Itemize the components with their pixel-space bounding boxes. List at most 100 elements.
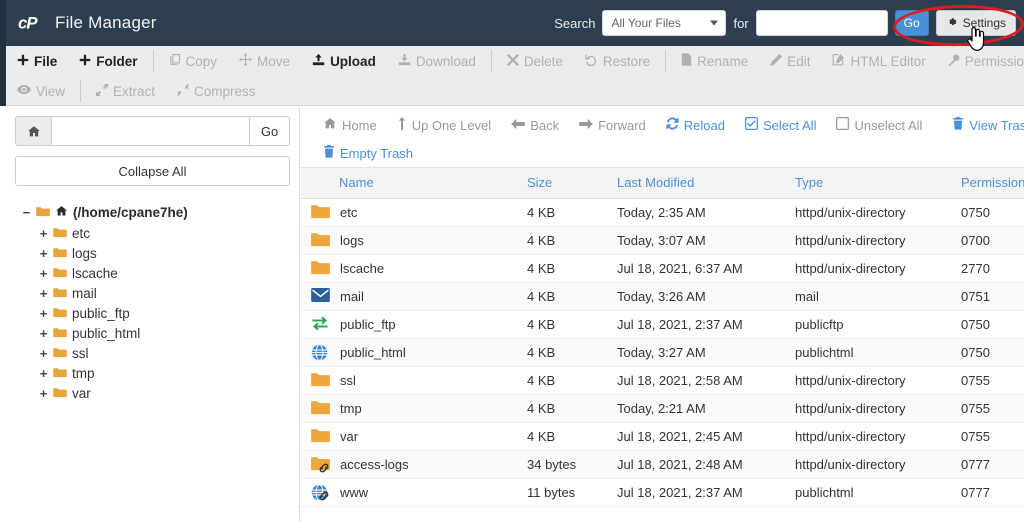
tree-toggle-icon[interactable]: + [39,326,48,341]
cell-name[interactable]: www [301,478,519,507]
tree-toggle-icon[interactable]: + [39,226,48,241]
path-input[interactable] [51,116,250,146]
table-row[interactable]: www 11 bytes Jul 18, 2021, 2:37 AM publicht… [301,478,1024,507]
cell-name[interactable]: logs [301,226,519,255]
collapse-all-button[interactable]: Collapse All [15,156,290,186]
tree-node-lscache[interactable]: + lscache [6,263,299,283]
cell-name[interactable]: lscache [301,254,519,283]
cell-last-modified: Today, 3:26 AM [609,282,787,311]
search-scope-select[interactable]: All Your Files [602,10,727,36]
file-name-label: www [340,484,369,500]
nav-button-reload[interactable]: Reload [656,112,735,138]
nav-button-label: Empty Trash [340,145,413,161]
settings-label: Settings [962,16,1006,30]
cell-permissions: 0755 [953,422,1024,451]
cell-name[interactable]: public_html [301,338,519,367]
cell-name[interactable]: tmp [301,394,519,423]
tree-toggle-icon[interactable]: − [22,205,31,220]
tree-node-ssl[interactable]: + ssl [6,343,299,363]
cell-permissions: 2770 [953,254,1024,283]
nav-button-label: Forward [598,117,646,133]
tree-node-mail[interactable]: + mail [6,283,299,303]
tree-toggle-icon[interactable]: + [39,286,48,301]
cell-name[interactable]: var [301,422,519,451]
column-header-type[interactable]: Type [787,168,953,199]
toolbar-button-move: Move [228,46,301,76]
tree-toggle-icon[interactable]: + [39,386,48,401]
search-go-button[interactable]: Go [894,10,929,36]
toolbar-button-edit: Edit [759,46,821,76]
tree-home-icon [55,205,68,220]
table-row[interactable]: tmp 4 KB Today, 2:21 AM httpd/unix-director… [301,394,1024,423]
tree-toggle-icon[interactable]: + [39,346,48,361]
table-row[interactable]: public_html 4 KB Today, 3:27 AM publichtml 0… [301,338,1024,367]
toolbar-button-file[interactable]: File [6,46,68,76]
settings-button[interactable]: Settings [935,10,1016,36]
search-for-label: for [733,15,749,31]
table-row[interactable]: logs 4 KB Today, 3:07 AM httpd/unix-directo… [301,226,1024,255]
toolbar-button-folder[interactable]: Folder [68,46,148,76]
table-row[interactable]: var 4 KB Jul 18, 2021, 2:45 AM httpd/unix-d… [301,422,1024,451]
tree-node-var[interactable]: + var [6,383,299,403]
tree-node-public_html[interactable]: + public_html [6,323,299,343]
plus-icon [79,54,91,69]
table-row[interactable]: ssl 4 KB Jul 18, 2021, 2:58 AM httpd/unix-d… [301,366,1024,395]
tree-toggle-icon[interactable]: + [39,246,48,261]
tree-node-etc[interactable]: + etc [6,223,299,243]
folder-icon [311,204,330,221]
toolbar-button-label: Download [415,53,476,69]
tree-toggle-icon[interactable]: + [39,366,48,381]
tree-node-tmp[interactable]: + tmp [6,363,299,383]
toolbar-button-label: Copy [185,53,218,69]
tree-node-logs[interactable]: + logs [6,243,299,263]
table-row[interactable]: access-logs 34 bytes Jul 18, 2021, 2:48 AM… [301,450,1024,479]
cell-last-modified: Jul 18, 2021, 2:48 AM [609,450,787,479]
table-row[interactable]: lscache 4 KB Jul 18, 2021, 6:37 AM httpd/un… [301,254,1024,283]
checkbox-checked-icon [745,117,758,133]
chevron-down-icon [710,20,719,26]
nav-button-empty-trash[interactable]: Empty Trash [313,140,423,166]
symlink-badge-icon [318,462,330,474]
nav-button-select-all[interactable]: Select All [735,112,826,138]
cell-name[interactable]: mail [301,282,519,311]
toolbar-button-upload[interactable]: Upload [301,46,387,76]
column-header-permissions[interactable]: Permissions [953,168,1024,199]
column-header-name[interactable]: Name [301,168,519,199]
cell-size: 4 KB [519,282,609,311]
nav-button-up-one-level: Up One Level [387,112,502,138]
table-row[interactable]: public_ftp 4 KB Jul 18, 2021, 2:37 AM publi… [301,310,1024,339]
toolbar-button-label: Restore [602,53,651,69]
cell-permissions: 0777 [953,478,1024,507]
table-row[interactable]: etc 4 KB Today, 2:35 AM httpd/unix-director… [301,198,1024,227]
tree-node-public_ftp[interactable]: + public_ftp [6,303,299,323]
globe-icon [311,343,330,361]
nav-button-view-trash[interactable]: View Trash [942,112,1024,138]
tree-toggle-icon[interactable]: + [39,266,48,281]
pencil-icon [770,53,783,69]
tree-root-node[interactable]: − (/home/cpane7he) [6,201,299,223]
cpanel-logo-icon: cP [18,11,46,35]
toolbar-button-view: View [6,76,76,106]
toolbar-button-label: View [36,83,66,99]
cell-name[interactable]: ssl [301,366,519,395]
checkbox-empty-icon [836,117,850,133]
tree-toggle-icon[interactable]: + [39,306,48,321]
table-row[interactable]: mail 4 KB Today, 3:26 AM mail 0751 [301,282,1024,311]
cell-name[interactable]: access-logs [301,450,519,479]
cell-name[interactable]: etc [301,198,519,227]
home-icon[interactable] [15,116,51,146]
cell-permissions: 0750 [953,310,1024,339]
path-go-button[interactable]: Go [250,116,290,146]
column-header-size[interactable]: Size [519,168,609,199]
symlink-badge-icon [318,490,330,502]
toolbar-button-label: Move [257,53,291,69]
search-input[interactable] [755,10,888,36]
toolbar-button-restore: Restore [574,46,661,76]
file-name-label: public_ftp [340,316,396,332]
cell-permissions: 0755 [953,394,1024,423]
cell-name[interactable]: public_ftp [301,310,519,339]
cell-size: 4 KB [519,254,609,283]
globe-link-icon [311,483,330,502]
column-header-last-modified[interactable]: Last Modified [609,168,787,199]
folder-open-icon [36,205,50,220]
